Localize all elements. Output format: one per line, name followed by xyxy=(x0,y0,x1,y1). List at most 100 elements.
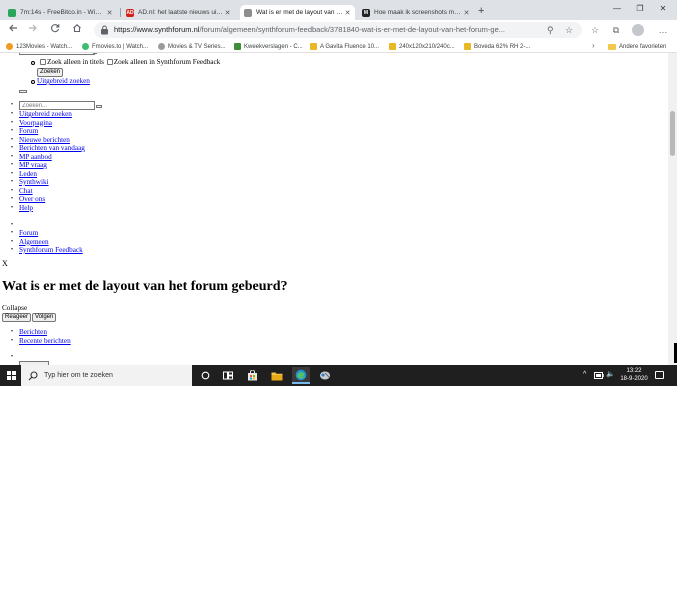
profile-avatar[interactable] xyxy=(632,24,644,36)
back-button[interactable] xyxy=(6,23,20,37)
windows-taskbar: Typ hier om te zoeken ^ 🔈 13:22 18-9-202… xyxy=(0,365,677,386)
store-bag-icon xyxy=(247,370,257,381)
bookmark-icon xyxy=(234,43,241,50)
tab-divider xyxy=(120,8,121,17)
feedback-only-checkbox[interactable] xyxy=(106,59,113,65)
menu-toggle-button[interactable] xyxy=(19,90,27,93)
follow-button[interactable]: Volgen xyxy=(32,313,57,322)
start-button[interactable] xyxy=(2,365,20,386)
tab-recent-posts[interactable]: Recente berichten xyxy=(19,337,71,346)
taskbar-clock[interactable]: 13:22 18-9-2020 xyxy=(616,367,652,383)
notification-center-icon[interactable] xyxy=(655,371,664,379)
search-input-clipped[interactable] xyxy=(19,53,95,55)
search-submit-clipped[interactable] xyxy=(93,53,97,54)
bookmark-240x120[interactable]: 240x120x210/240c... xyxy=(389,41,461,52)
search-icon xyxy=(28,370,38,380)
zoom-search-icon[interactable]: ⚲ xyxy=(547,24,554,36)
browser-toolbar: https://www.synthforum.nl/forum/algemeen… xyxy=(0,20,677,40)
bookmark-label: Movies & TV Series... xyxy=(168,43,226,50)
tab-close-icon[interactable]: ✕ xyxy=(343,9,352,17)
page-scrollbar[interactable] xyxy=(668,53,677,365)
tab-close-icon[interactable]: ✕ xyxy=(105,9,114,17)
edge-browser-icon xyxy=(295,369,307,380)
nav-help[interactable]: Help xyxy=(19,204,33,213)
bookmark-movies-tv[interactable]: Movies & TV Series... xyxy=(158,41,230,52)
taskbar-edge[interactable] xyxy=(292,367,310,384)
url-host: https://www.synthforum.nl xyxy=(114,25,200,34)
clock-time: 13:22 xyxy=(626,368,642,374)
bookmark-label: Fmovies.to | Watch... xyxy=(92,43,149,50)
task-view-icon xyxy=(223,371,233,380)
page-content: Zoek alleen in titels Zoek alleen in Syn… xyxy=(0,53,668,365)
close-window-button[interactable]: ✕ xyxy=(656,4,670,13)
volume-icon[interactable]: 🔈 xyxy=(606,370,615,380)
folder-icon xyxy=(608,43,616,50)
forward-button[interactable] xyxy=(26,23,40,37)
taskbar-app-screenshot-tool[interactable] xyxy=(316,367,334,384)
collections-icon[interactable]: ⧉ xyxy=(609,23,623,37)
tab-close-icon[interactable]: ✕ xyxy=(462,9,471,17)
tab-ad-nl[interactable]: AD AD.nl: het laatste nieuws uit bin ✕ xyxy=(122,5,235,20)
more-menu-icon[interactable]: … xyxy=(656,23,670,37)
breadcrumb-synthforum-feedback[interactable]: Synthforum Feedback xyxy=(19,246,83,255)
clock-date: 18-9-2020 xyxy=(620,376,648,382)
minimize-button[interactable]: — xyxy=(610,4,624,13)
search-titles-option: Zoek alleen in titels Zoek alleen in Syn… xyxy=(40,58,220,67)
taskbar-store[interactable] xyxy=(243,367,261,384)
advanced-search-link[interactable]: Uitgebreid zoeken xyxy=(37,77,90,86)
taskbar-search-box[interactable]: Typ hier om te zoeken xyxy=(21,365,192,386)
tab-close-icon[interactable]: ✕ xyxy=(223,9,232,17)
bookmark-gavita[interactable]: A Gavita Fluence 10... xyxy=(310,41,386,52)
tab-freebitco[interactable]: 7m:14s - FreeBitco.in - Win free ✕ xyxy=(4,5,117,20)
scrollbar-thumb[interactable] xyxy=(670,111,675,156)
task-view-button[interactable] xyxy=(219,367,237,384)
cortana-button[interactable] xyxy=(196,367,214,384)
taskbar-file-explorer[interactable] xyxy=(268,367,286,384)
windows-logo-icon xyxy=(6,371,16,380)
tab-synthforum[interactable]: Wat is er met de layout van het f ✕ xyxy=(240,5,355,20)
favorites-icon[interactable]: ☆ xyxy=(588,23,602,37)
titles-only-checkbox[interactable] xyxy=(40,59,46,65)
bookmark-icon xyxy=(464,43,471,50)
search-submit-button[interactable] xyxy=(96,105,102,108)
tab-label: 7m:14s - FreeBitco.in - Win free xyxy=(20,9,105,16)
tab-label: Hoe maak ik screenshots met u xyxy=(374,9,462,16)
bookmark-boveda[interactable]: Boveda 62% RH 2-... xyxy=(464,41,536,52)
bookmarks-bar: 123Movies - Watch... Fmovies.to | Watch.… xyxy=(0,40,677,53)
ad-favicon-icon: AD xyxy=(126,8,134,17)
search-input[interactable] xyxy=(19,101,95,110)
folder-icon xyxy=(271,372,283,380)
list-bullet: • xyxy=(11,247,14,253)
new-tab-button[interactable]: + xyxy=(478,5,484,17)
list-bullet: • xyxy=(11,204,14,211)
close-x[interactable]: X xyxy=(2,259,8,269)
favorite-star-icon[interactable]: ☆ xyxy=(565,24,573,36)
collapse-label[interactable]: Collapse xyxy=(2,304,27,313)
battery-icon[interactable] xyxy=(594,372,604,379)
search-button[interactable]: Zoeken xyxy=(37,68,64,77)
bookmark-fmovies[interactable]: Fmovies.to | Watch... xyxy=(82,41,154,52)
maximize-button[interactable]: ❐ xyxy=(633,4,647,13)
tray-chevron-icon[interactable]: ^ xyxy=(583,370,586,380)
bookmark-kweekverslagen[interactable]: Kweekverslagen - C... xyxy=(234,41,306,52)
reply-button[interactable]: Reageer xyxy=(2,313,32,322)
bookmark-icon xyxy=(310,43,317,50)
bookmark-123movies[interactable]: 123Movies - Watch... xyxy=(6,41,78,52)
address-bar[interactable]: https://www.synthforum.nl/forum/algemeen… xyxy=(94,22,582,38)
feedback-only-label: Zoek alleen in Synthforum Feedback xyxy=(113,58,221,66)
page-title: Wat is er met de layout van het forum ge… xyxy=(2,279,288,294)
other-favorites-folder[interactable]: Andere favorieten xyxy=(608,41,666,52)
bookmarks-overflow-chevron-icon[interactable]: › xyxy=(592,41,595,50)
home-button[interactable] xyxy=(70,23,84,37)
lock-icon[interactable] xyxy=(100,25,109,35)
bookmark-label: 123Movies - Watch... xyxy=(16,43,73,50)
url-text[interactable]: https://www.synthforum.nl/forum/algemeen… xyxy=(114,25,539,35)
reload-button[interactable] xyxy=(48,23,62,37)
titles-only-label: Zoek alleen in titels xyxy=(47,58,104,66)
tab-screenshots[interactable]: M Hoe maak ik screenshots met u ✕ xyxy=(358,5,474,20)
url-path: /forum/algemeen/synthforum-feedback/3781… xyxy=(199,25,506,34)
freebitco-favicon-icon xyxy=(8,8,16,17)
snipping-tool-icon xyxy=(320,371,330,380)
forward-arrow-icon xyxy=(29,24,37,32)
list-bullet: • xyxy=(11,337,14,344)
